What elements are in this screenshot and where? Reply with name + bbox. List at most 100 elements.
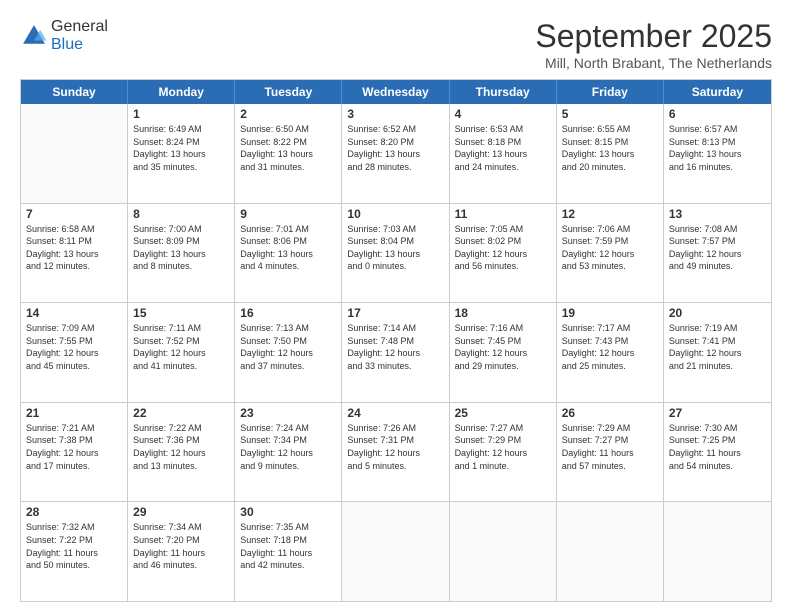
cell-text: Sunrise: 6:53 AMSunset: 8:18 PMDaylight:… [455,123,551,173]
week-row-4: 28 Sunrise: 7:32 AMSunset: 7:22 PMDayligh… [21,501,771,601]
header-day-wednesday: Wednesday [342,80,449,104]
day-number: 5 [562,107,658,121]
cal-cell [342,502,449,601]
cell-text: Sunrise: 7:35 AMSunset: 7:18 PMDaylight:… [240,521,336,571]
cal-cell: 15 Sunrise: 7:11 AMSunset: 7:52 PMDayligh… [128,303,235,402]
cal-cell: 29 Sunrise: 7:34 AMSunset: 7:20 PMDayligh… [128,502,235,601]
calendar-body: 1Sunrise: 6:49 AMSunset: 8:24 PMDaylight… [21,104,771,601]
cal-cell: 1Sunrise: 6:49 AMSunset: 8:24 PMDaylight… [128,104,235,203]
cal-cell: 7Sunrise: 6:58 AMSunset: 8:11 PMDaylight… [21,204,128,303]
calendar-header-row: SundayMondayTuesdayWednesdayThursdayFrid… [21,80,771,104]
day-number: 11 [455,207,551,221]
cell-text: Sunrise: 7:11 AMSunset: 7:52 PMDaylight:… [133,322,229,372]
day-number: 17 [347,306,443,320]
header-day-saturday: Saturday [664,80,771,104]
day-number: 15 [133,306,229,320]
day-number: 4 [455,107,551,121]
cal-cell: 24Sunrise: 7:26 AMSunset: 7:31 PMDayligh… [342,403,449,502]
cal-cell [557,502,664,601]
header-day-friday: Friday [557,80,664,104]
cal-cell [450,502,557,601]
cal-cell: 14 Sunrise: 7:09 AMSunset: 7:55 PMDayligh… [21,303,128,402]
day-number: 10 [347,207,443,221]
cal-cell: 6 Sunrise: 6:57 AMSunset: 8:13 PMDaylight… [664,104,771,203]
cal-cell: 9 Sunrise: 7:01 AMSunset: 8:06 PMDaylight… [235,204,342,303]
day-number: 9 [240,207,336,221]
cell-text: Sunrise: 6:57 AMSunset: 8:13 PMDaylight:… [669,123,766,173]
header-day-tuesday: Tuesday [235,80,342,104]
cal-cell: 26 Sunrise: 7:29 AMSunset: 7:27 PMDayligh… [557,403,664,502]
cal-cell: 28 Sunrise: 7:32 AMSunset: 7:22 PMDayligh… [21,502,128,601]
day-number: 2 [240,107,336,121]
cal-cell: 25 Sunrise: 7:27 AMSunset: 7:29 PMDayligh… [450,403,557,502]
cell-text: Sunrise: 6:55 AMSunset: 8:15 PMDaylight:… [562,123,658,173]
logo-general: General [51,18,108,36]
cell-text: Sunrise: 7:16 AMSunset: 7:45 PMDaylight:… [455,322,551,372]
cell-text: Sunrise: 7:00 AMSunset: 8:09 PMDaylight:… [133,223,229,273]
cal-cell: 3Sunrise: 6:52 AMSunset: 8:20 PMDaylight… [342,104,449,203]
cal-cell: 23 Sunrise: 7:24 AMSunset: 7:34 PMDayligh… [235,403,342,502]
cell-text: Sunrise: 7:06 AMSunset: 7:59 PMDaylight:… [562,223,658,273]
cell-text: Sunrise: 7:24 AMSunset: 7:34 PMDaylight:… [240,422,336,472]
cell-text: Sunrise: 7:13 AMSunset: 7:50 PMDaylight:… [240,322,336,372]
cal-cell: 27 Sunrise: 7:30 AMSunset: 7:25 PMDayligh… [664,403,771,502]
cell-text: Sunrise: 6:52 AMSunset: 8:20 PMDaylight:… [347,123,443,173]
cal-cell [21,104,128,203]
day-number: 28 [26,505,122,519]
cell-text: Sunrise: 7:30 AMSunset: 7:25 PMDaylight:… [669,422,766,472]
logo-blue: Blue [51,36,108,54]
cell-text: Sunrise: 7:17 AMSunset: 7:43 PMDaylight:… [562,322,658,372]
week-row-3: 21Sunrise: 7:21 AMSunset: 7:38 PMDayligh… [21,402,771,502]
day-number: 8 [133,207,229,221]
page: General Blue September 2025 Mill, North … [0,0,792,612]
day-number: 25 [455,406,551,420]
cell-text: Sunrise: 7:29 AMSunset: 7:27 PMDaylight:… [562,422,658,472]
cal-cell: 8 Sunrise: 7:00 AMSunset: 8:09 PMDaylight… [128,204,235,303]
cal-cell: 4 Sunrise: 6:53 AMSunset: 8:18 PMDaylight… [450,104,557,203]
day-number: 30 [240,505,336,519]
title-block: September 2025 Mill, North Brabant, The … [535,18,772,71]
cell-text: Sunrise: 7:27 AMSunset: 7:29 PMDaylight:… [455,422,551,472]
day-number: 20 [669,306,766,320]
cal-cell: 21Sunrise: 7:21 AMSunset: 7:38 PMDayligh… [21,403,128,502]
cal-cell: 10 Sunrise: 7:03 AMSunset: 8:04 PMDayligh… [342,204,449,303]
cal-cell: 22Sunrise: 7:22 AMSunset: 7:36 PMDayligh… [128,403,235,502]
header-day-monday: Monday [128,80,235,104]
cell-text: Sunrise: 7:01 AMSunset: 8:06 PMDaylight:… [240,223,336,273]
logo: General Blue [20,18,108,54]
cal-cell: 2 Sunrise: 6:50 AMSunset: 8:22 PMDaylight… [235,104,342,203]
day-number: 21 [26,406,122,420]
cell-text: Sunrise: 6:49 AMSunset: 8:24 PMDaylight:… [133,123,229,173]
cell-text: Sunrise: 7:03 AMSunset: 8:04 PMDaylight:… [347,223,443,273]
cell-text: Sunrise: 7:34 AMSunset: 7:20 PMDaylight:… [133,521,229,571]
cal-cell: 17 Sunrise: 7:14 AMSunset: 7:48 PMDayligh… [342,303,449,402]
cal-cell: 20 Sunrise: 7:19 AMSunset: 7:41 PMDayligh… [664,303,771,402]
cal-cell: 13Sunrise: 7:08 AMSunset: 7:57 PMDayligh… [664,204,771,303]
cell-text: Sunrise: 7:22 AMSunset: 7:36 PMDaylight:… [133,422,229,472]
header-day-sunday: Sunday [21,80,128,104]
cell-text: Sunrise: 7:09 AMSunset: 7:55 PMDaylight:… [26,322,122,372]
day-number: 6 [669,107,766,121]
day-number: 13 [669,207,766,221]
cell-text: Sunrise: 7:14 AMSunset: 7:48 PMDaylight:… [347,322,443,372]
cell-text: Sunrise: 6:50 AMSunset: 8:22 PMDaylight:… [240,123,336,173]
week-row-2: 14 Sunrise: 7:09 AMSunset: 7:55 PMDayligh… [21,302,771,402]
day-number: 18 [455,306,551,320]
cell-text: Sunrise: 7:26 AMSunset: 7:31 PMDaylight:… [347,422,443,472]
day-number: 19 [562,306,658,320]
cell-text: Sunrise: 7:32 AMSunset: 7:22 PMDaylight:… [26,521,122,571]
day-number: 7 [26,207,122,221]
cell-text: Sunrise: 7:19 AMSunset: 7:41 PMDaylight:… [669,322,766,372]
day-number: 26 [562,406,658,420]
day-number: 23 [240,406,336,420]
cal-cell: 16Sunrise: 7:13 AMSunset: 7:50 PMDayligh… [235,303,342,402]
cal-cell: 19 Sunrise: 7:17 AMSunset: 7:43 PMDayligh… [557,303,664,402]
calendar-subtitle: Mill, North Brabant, The Netherlands [535,55,772,71]
day-number: 14 [26,306,122,320]
calendar-title: September 2025 [535,18,772,55]
day-number: 29 [133,505,229,519]
day-number: 27 [669,406,766,420]
logo-icon [20,22,48,50]
cal-cell: 18 Sunrise: 7:16 AMSunset: 7:45 PMDayligh… [450,303,557,402]
week-row-0: 1Sunrise: 6:49 AMSunset: 8:24 PMDaylight… [21,104,771,203]
